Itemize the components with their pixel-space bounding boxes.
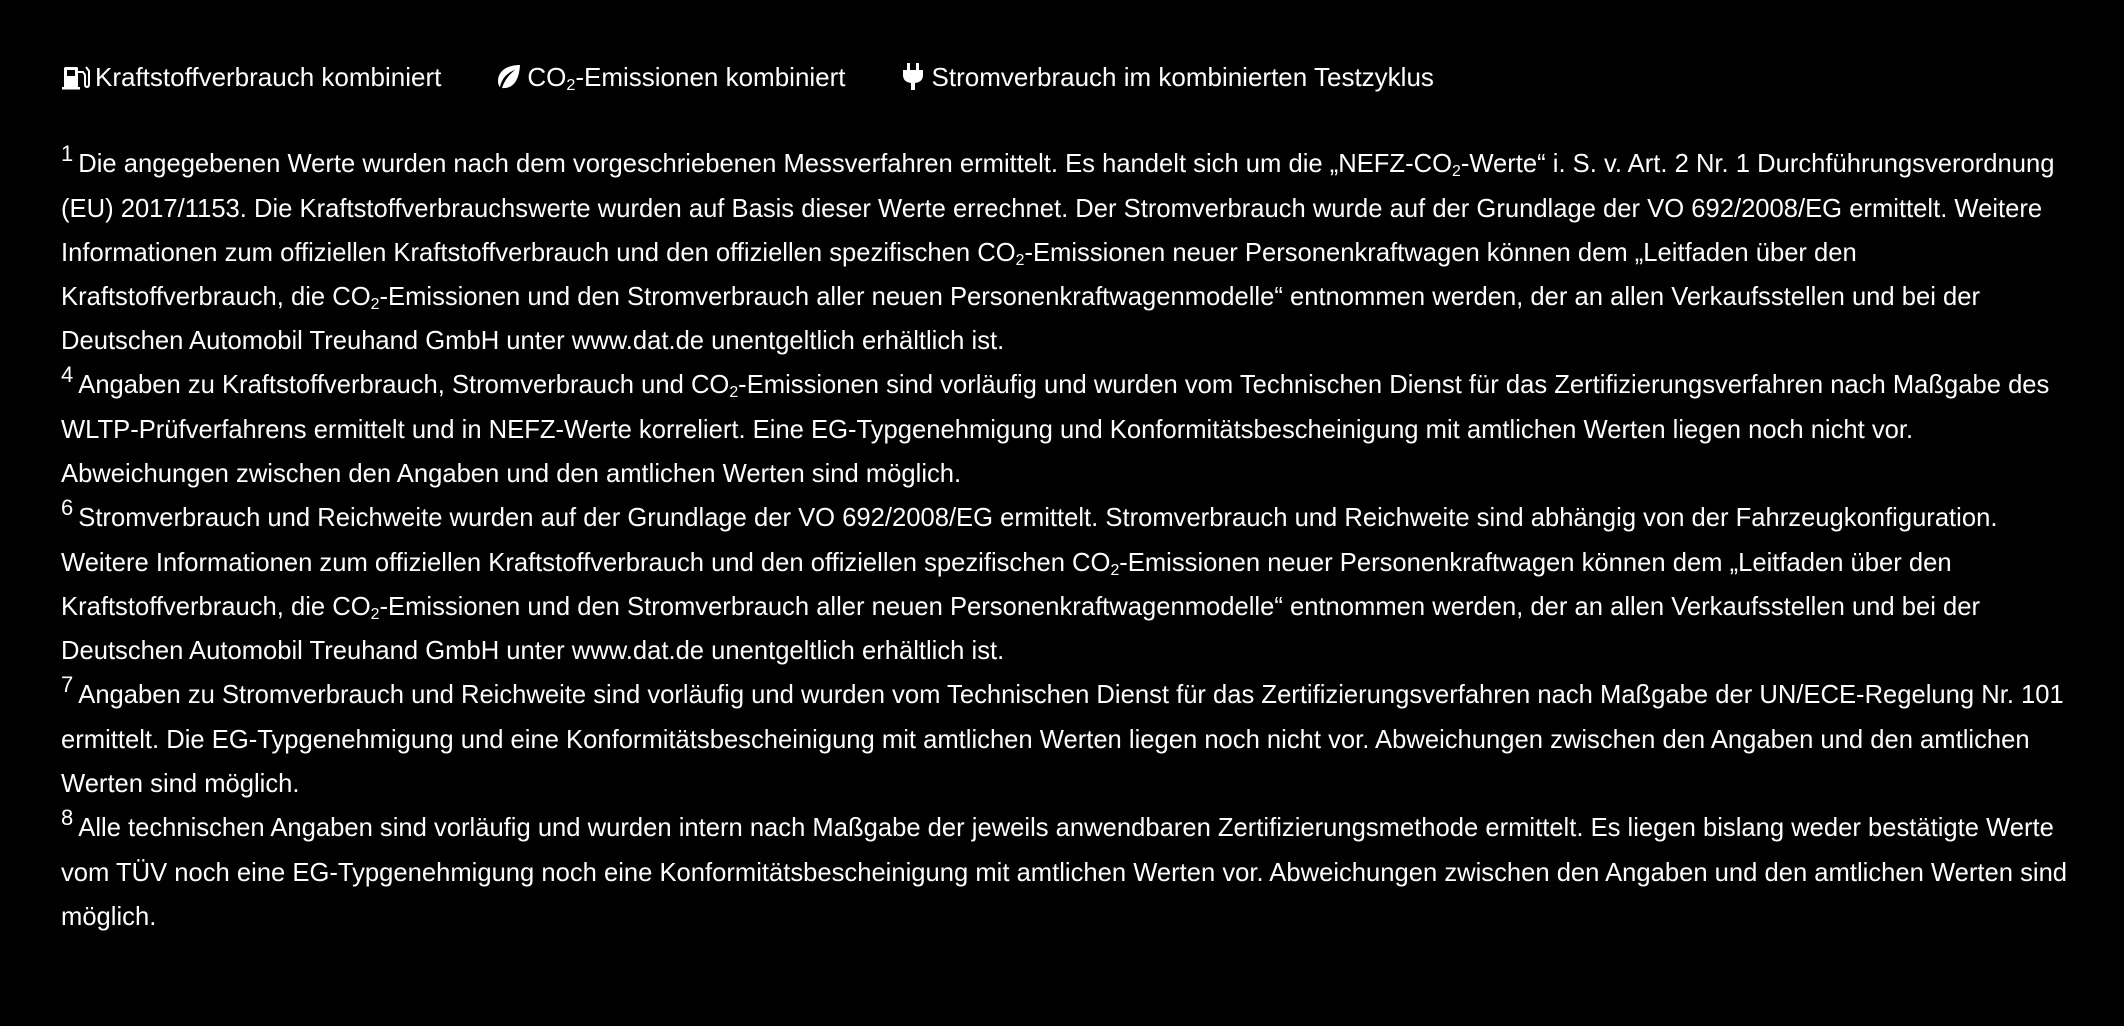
footnote-6: 6 Stromverbrauch und Reichweite wurden au… — [61, 495, 2071, 673]
legend-item-co2: CO2-Emissionen kombiniert — [493, 54, 846, 100]
co2-subscript: 2 — [729, 383, 739, 401]
leaf-icon — [493, 62, 523, 92]
footnote-text: Alle technischen Angaben sind vorläufig … — [61, 814, 2067, 931]
co2-subscript: 2 — [1451, 162, 1461, 180]
legend-fuel-label: Kraftstoffverbrauch kombiniert — [95, 62, 442, 92]
footnote-text: Angaben zu Stromverbrauch und Reichweite… — [61, 681, 2064, 798]
footnote-text-part: Alle technischen Angaben sind vorläufig … — [61, 814, 2068, 931]
co2-subscript: 2 — [1110, 561, 1120, 579]
footnote-1: 1 Die angegebenen Werte wurden nach dem v… — [61, 141, 2071, 363]
footnote-number: 8 — [61, 805, 74, 830]
footnote-8: 8 Alle technischen Angaben sind vorläufig… — [61, 805, 2071, 939]
footnote-number: 4 — [61, 362, 74, 387]
consumption-legend: Kraftstoffverbrauch kombiniert CO2-Emiss… — [61, 54, 2064, 100]
footnote-text-part: Angaben zu Kraftstoffverbrauch, Stromver… — [78, 371, 730, 399]
footnote-number: 7 — [61, 672, 74, 697]
legend-item-fuel: Kraftstoffverbrauch kombiniert — [61, 54, 441, 100]
legend-co2-suffix: -Emissionen kombiniert — [575, 62, 846, 92]
legend-item-power: Stromverbrauch im kombinierten Testzyklu… — [898, 54, 1434, 100]
footnotes-list: 1 Die angegebenen Werte wurden nach dem v… — [61, 141, 2071, 939]
legend-co2-subscript: 2 — [566, 76, 576, 95]
fuel-pump-icon — [61, 62, 91, 92]
footnote-7: 7 Angaben zu Stromverbrauch und Reichweit… — [61, 672, 2071, 806]
footnote-text-part: Angaben zu Stromverbrauch und Reichweite… — [61, 681, 2064, 798]
legend-power-label: Stromverbrauch im kombinierten Testzyklu… — [931, 62, 1434, 92]
footnote-text: Stromverbrauch und Reichweite wurden auf… — [61, 504, 1997, 665]
footnote-text: Die angegebenen Werte wurden nach dem vo… — [61, 150, 2054, 355]
footnote-number: 6 — [61, 495, 74, 520]
plug-icon — [898, 62, 928, 92]
footnote-text: Angaben zu Kraftstoffverbrauch, Stromver… — [61, 371, 2049, 488]
legend-co2-label: CO2-Emissionen kombiniert — [527, 54, 845, 100]
footnote-number: 1 — [61, 141, 74, 166]
legend-co2-prefix: CO — [527, 62, 567, 92]
footnotes-page: Kraftstoffverbrauch kombiniert CO2-Emiss… — [0, 0, 2124, 1026]
footnote-4: 4 Angaben zu Kraftstoffverbrauch, Stromve… — [61, 362, 2071, 496]
footnote-text-part: Die angegebenen Werte wurden nach dem vo… — [78, 150, 1452, 178]
